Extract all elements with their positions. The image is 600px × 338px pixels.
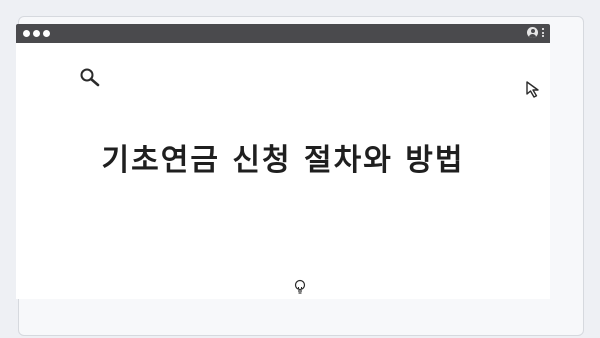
lightbulb-icon <box>294 279 306 294</box>
browser-viewport: 기초연금 신청 절차와 방법 <box>16 43 550 299</box>
close-window-button[interactable] <box>23 30 30 37</box>
maximize-window-button[interactable] <box>43 30 50 37</box>
minimize-window-button[interactable] <box>33 30 40 37</box>
window-controls <box>23 30 50 37</box>
page-title: 기초연금 신청 절차와 방법 <box>101 143 465 178</box>
browser-toolbar-right <box>527 27 544 38</box>
search-icon <box>80 68 100 87</box>
browser-title-bar <box>16 24 550 43</box>
kebab-menu-icon[interactable] <box>542 28 544 37</box>
profile-icon[interactable] <box>527 27 538 38</box>
cursor-arrow-icon <box>526 81 539 98</box>
